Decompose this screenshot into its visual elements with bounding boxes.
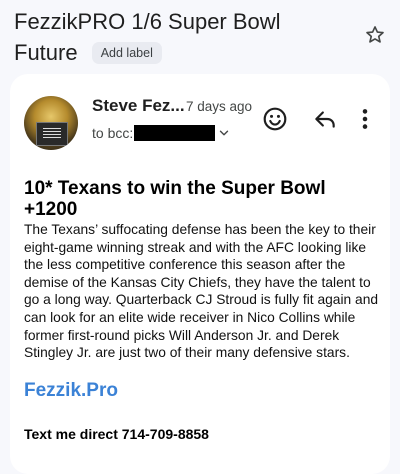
chevron-down-icon[interactable] bbox=[217, 126, 231, 140]
message-paragraph: The Texans’ suffocating defense has been… bbox=[24, 222, 379, 361]
email-subject: FezzikPRO 1/6 Super Bowl Future Add labe… bbox=[14, 6, 354, 68]
avatar[interactable] bbox=[24, 96, 78, 150]
more-vert-icon[interactable] bbox=[358, 106, 372, 132]
star-outline-icon[interactable] bbox=[364, 24, 386, 46]
fezzik-pro-link[interactable]: Fezzik.Pro bbox=[24, 380, 384, 402]
sender-name[interactable]: Steve Fez... bbox=[92, 96, 185, 116]
add-label-button[interactable]: Add label bbox=[91, 42, 162, 64]
message-body: 10* Texans to win the Super Bowl +1200 T… bbox=[24, 178, 384, 442]
subject-line-2-text: Future bbox=[14, 40, 78, 65]
message-card: Steve Fez... 7 days ago to bcc: 10* Texa… bbox=[10, 74, 390, 474]
recipient-prefix: to bcc: bbox=[92, 125, 134, 141]
emoji-reaction-icon[interactable] bbox=[262, 106, 288, 132]
message-headline: 10* Texans to win the Super Bowl +1200 bbox=[24, 178, 326, 220]
contact-line: Text me direct 714-709-8858 bbox=[24, 425, 209, 442]
recipient-line[interactable]: to bcc: bbox=[92, 125, 231, 141]
redacted-recipient bbox=[134, 125, 216, 141]
reply-icon[interactable] bbox=[312, 106, 338, 132]
avatar-plaque-image bbox=[36, 122, 68, 146]
subject-line-1: FezzikPRO 1/6 Super Bowl bbox=[14, 9, 281, 34]
subject-line-2: Future Add label bbox=[14, 37, 354, 68]
timestamp: 7 days ago bbox=[186, 99, 253, 114]
